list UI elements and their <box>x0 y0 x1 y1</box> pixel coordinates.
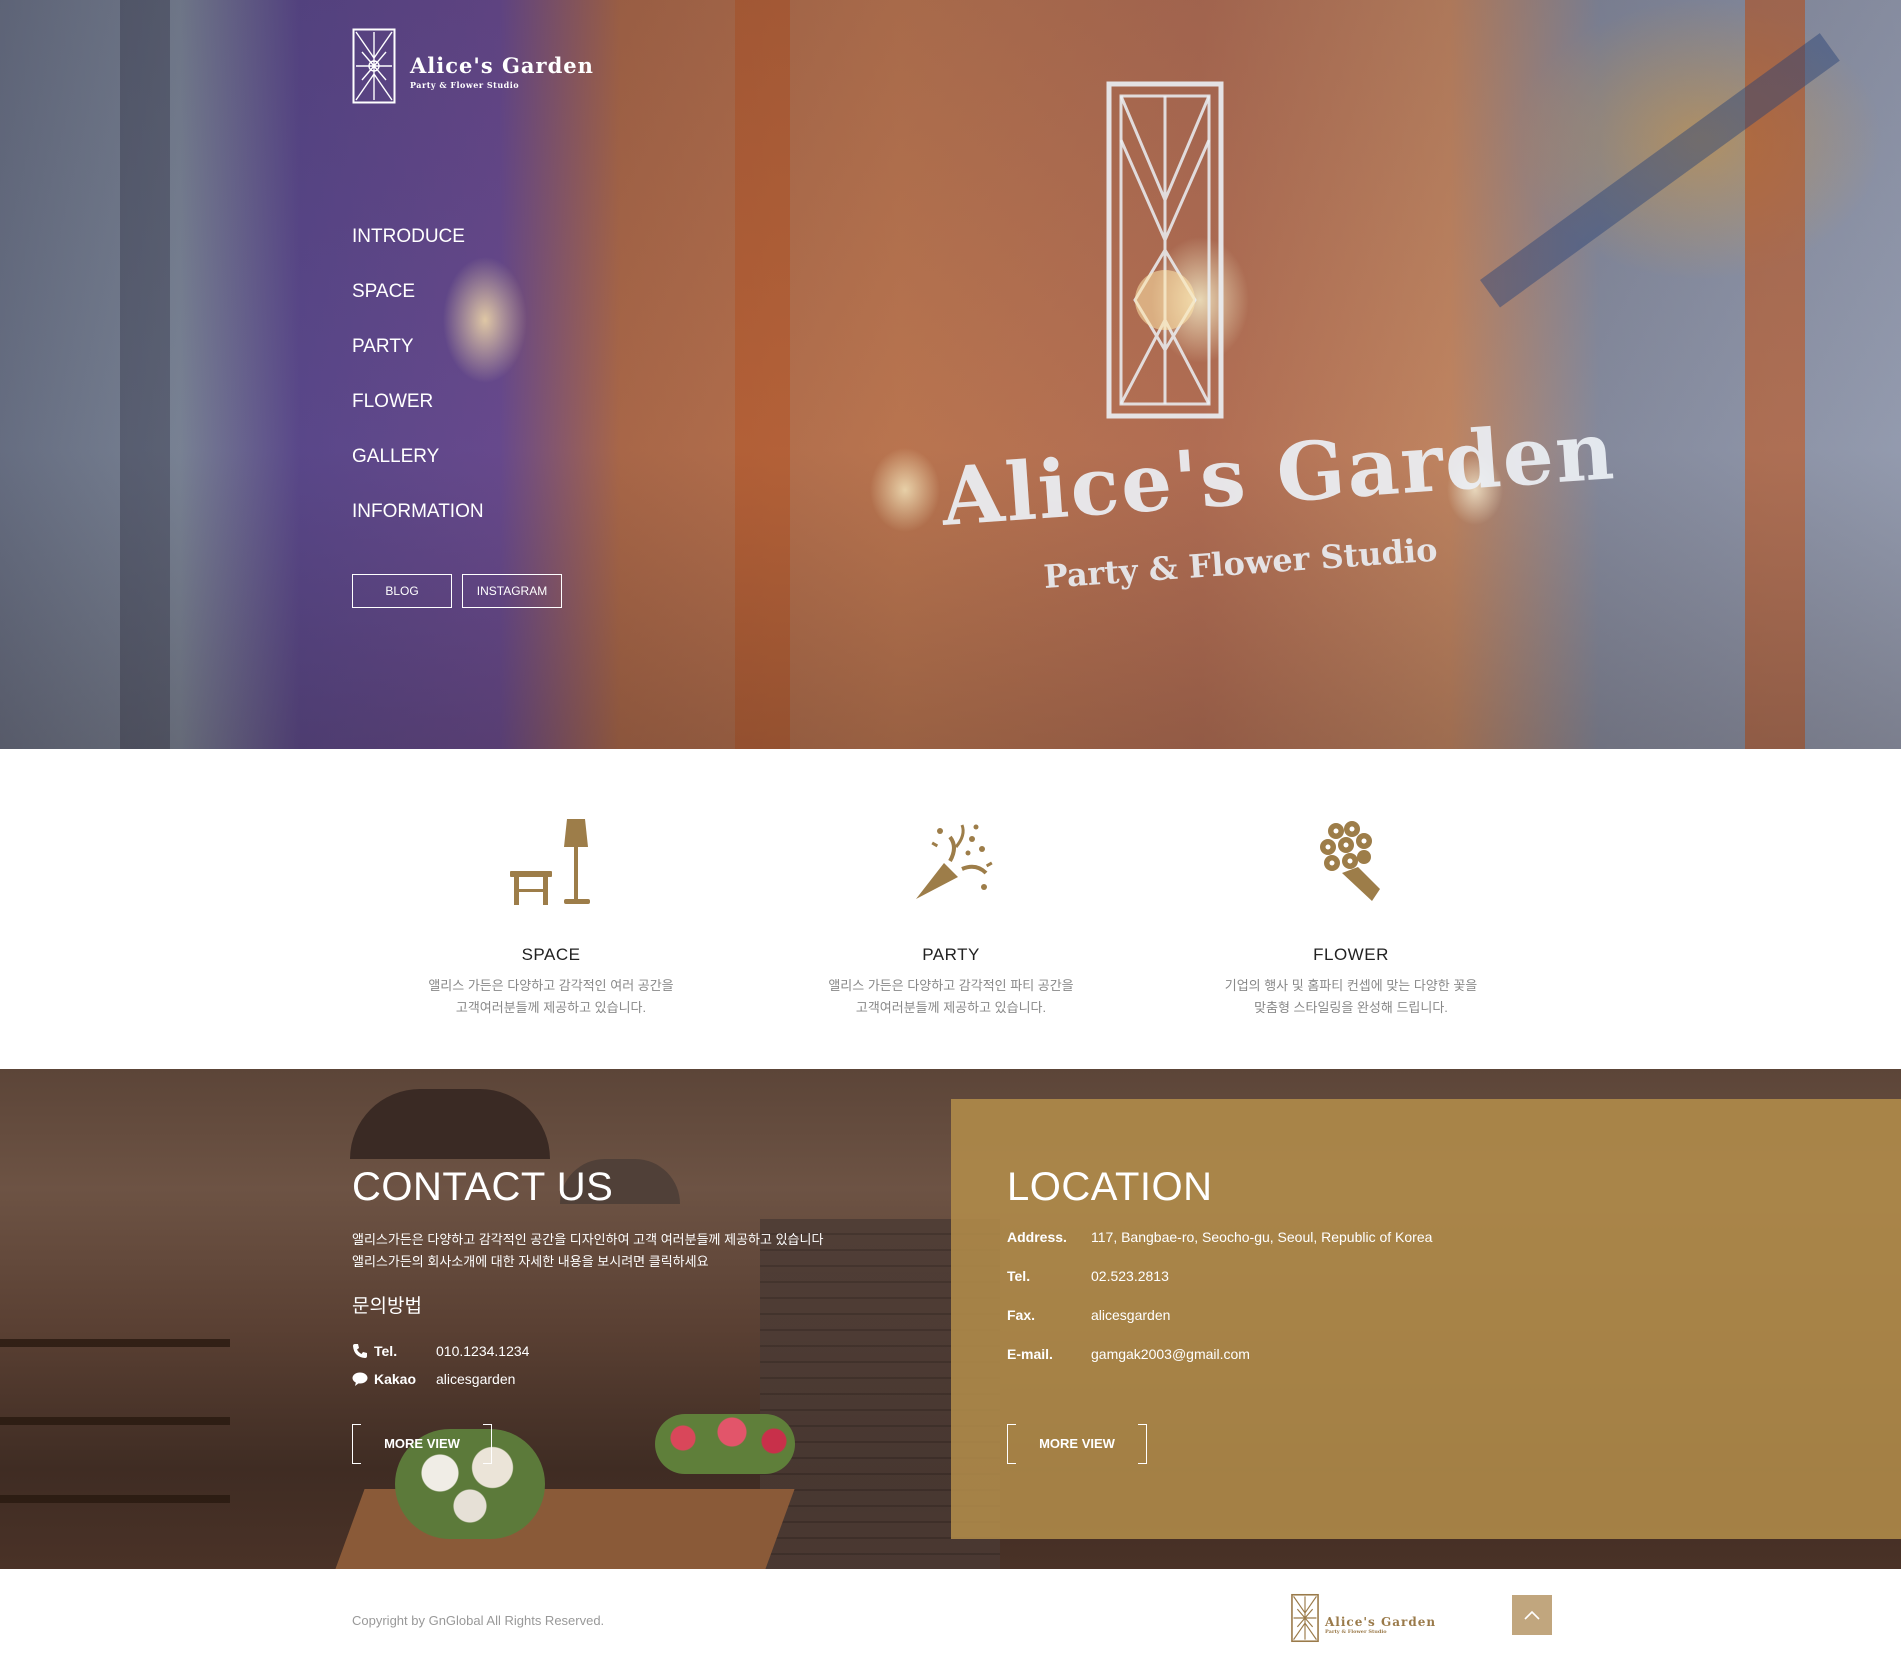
logo-tagline: Party & Flower Studio <box>410 79 520 90</box>
nav-item-introduce[interactable]: INTRODUCE <box>352 222 484 277</box>
service-flower[interactable]: FLOWER 기업의 행사 및 홈파티 컨셉에 맞는 다양한 꽃을 맞춤형 스타… <box>1201 807 1501 1019</box>
social-buttons: BLOG INSTAGRAM <box>352 574 562 608</box>
logo-emblem-icon <box>352 28 396 104</box>
contact-tel-value[interactable]: 010.1234.1234 <box>436 1343 529 1359</box>
contact-more-view-button[interactable]: MORE VIEW <box>352 1424 492 1464</box>
background-shelf <box>0 1269 230 1569</box>
location-more-view-button[interactable]: MORE VIEW <box>1007 1424 1147 1464</box>
main-nav: INTRODUCE SPACE PARTY FLOWER GALLERY INF… <box>352 222 484 552</box>
service-desc: 앨리스 가든은 다양하고 감각적인 여러 공간을 고객여러분들께 제공하고 있습… <box>428 978 674 1015</box>
contact-info: Tel. 010.1234.1234 Kakao alicesgarden <box>352 1337 529 1393</box>
location-fax-row: Fax. alicesgarden <box>1007 1307 1171 1323</box>
hero-section: Alice's Garden Party & Flower Studio Ali… <box>0 0 1901 749</box>
location-email-row: E-mail. gamgak2003@gmail.com <box>1007 1346 1250 1362</box>
chevron-up-icon <box>1524 1610 1540 1620</box>
footer-logo-title: Alice's Garden <box>1325 1615 1437 1629</box>
service-title: PARTY <box>922 945 980 964</box>
location-title: LOCATION <box>1007 1165 1213 1209</box>
location-tel-row: Tel. 02.523.2813 <box>1007 1268 1169 1284</box>
contact-title: CONTACT US <box>352 1165 614 1209</box>
copyright-text: Copyright by GnGlobal All Rights Reserve… <box>352 1613 605 1628</box>
service-title: FLOWER <box>1313 945 1389 964</box>
chat-bubble-icon <box>352 1372 368 1386</box>
hero-overlay <box>0 0 1901 749</box>
scroll-to-top-button[interactable] <box>1512 1595 1552 1635</box>
footer-logo-tagline: Party & Flower Studio <box>1325 1629 1387 1635</box>
instagram-button[interactable]: INSTAGRAM <box>462 574 562 608</box>
contact-description: 앨리스가든은 다양하고 감각적인 공간을 디자인하여 고객 여러분들께 제공하고… <box>352 1232 824 1269</box>
bouquet-icon <box>1320 821 1380 901</box>
background-lamp <box>350 1089 550 1159</box>
phone-icon <box>353 1344 367 1358</box>
nav-item-gallery[interactable]: GALLERY <box>352 442 484 497</box>
contact-tel-row: Tel. 010.1234.1234 <box>352 1337 529 1365</box>
contact-location-section: CONTACT US 앨리스가든은 다양하고 감각적인 공간을 디자인하여 고객… <box>0 1069 1901 1569</box>
nav-item-space[interactable]: SPACE <box>352 277 484 332</box>
location-address-row: Address. 117, Bangbae-ro, Seocho-gu, Seo… <box>1007 1229 1433 1245</box>
contact-kakao-value[interactable]: alicesgarden <box>436 1371 515 1387</box>
nav-item-information[interactable]: INFORMATION <box>352 497 484 552</box>
nav-item-party[interactable]: PARTY <box>352 332 484 387</box>
service-party[interactable]: PARTY 앨리스 가든은 다양하고 감각적인 파티 공간을 고객여러분들께 제… <box>801 807 1101 1019</box>
chair-lamp-icon <box>510 819 590 905</box>
contact-kakao-row: Kakao alicesgarden <box>352 1365 529 1393</box>
nav-item-flower[interactable]: FLOWER <box>352 387 484 442</box>
site-footer: Copyright by GnGlobal All Rights Reserve… <box>0 1569 1901 1667</box>
site-logo[interactable]: Alice's Garden Party & Flower Studio <box>352 28 594 104</box>
logo-title: Alice's Garden <box>410 52 594 78</box>
services-section: SPACE 앨리스 가든은 다양하고 감각적인 여러 공간을 고객여러분들께 제… <box>0 749 1901 1069</box>
blog-button[interactable]: BLOG <box>352 574 452 608</box>
footer-logo[interactable]: Alice's Garden Party & Flower Studio <box>1291 1593 1436 1643</box>
location-info: Address. 117, Bangbae-ro, Seocho-gu, Seo… <box>1007 1229 1432 1385</box>
background-flowers <box>655 1414 795 1474</box>
glass-emblem-icon <box>1106 81 1224 419</box>
service-space[interactable]: SPACE 앨리스 가든은 다양하고 감각적인 여러 공간을 고객여러분들께 제… <box>401 807 701 1019</box>
contact-method-title: 문의방법 <box>352 1296 422 1317</box>
service-title: SPACE <box>521 945 581 964</box>
service-desc: 앨리스 가든은 다양하고 감각적인 파티 공간을 고객여러분들께 제공하고 있습… <box>828 978 1074 1015</box>
service-desc: 기업의 행사 및 홈파티 컨셉에 맞는 다양한 꽃을 맞춤형 스타일링을 완성해… <box>1224 978 1478 1015</box>
logo-emblem-icon <box>1291 1593 1319 1643</box>
party-popper-icon <box>916 824 993 899</box>
